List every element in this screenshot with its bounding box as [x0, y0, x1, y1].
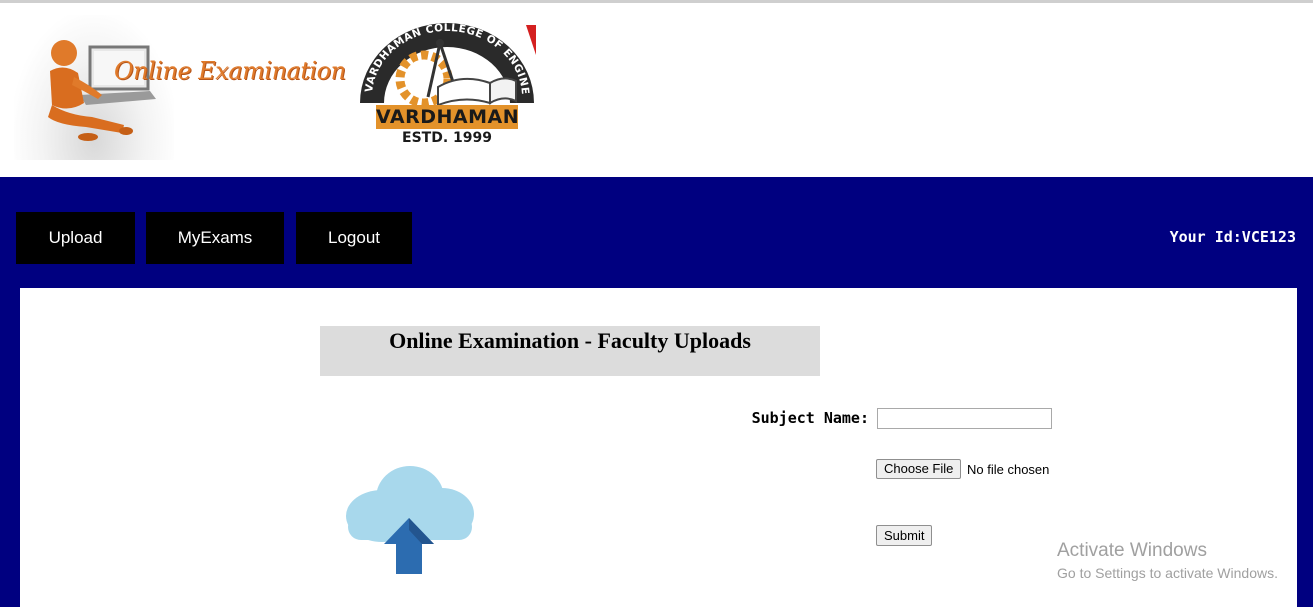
online-examination-logo: Online Examination	[14, 15, 346, 160]
cloud-upload-icon	[346, 466, 474, 574]
nav-logout-button[interactable]: Logout	[296, 212, 412, 264]
nav-myexams-button[interactable]: MyExams	[146, 212, 284, 264]
logo-text: Online Examination	[114, 57, 346, 85]
page-title: Online Examination - Faculty Uploads	[389, 328, 751, 353]
college-emblem: VARDHAMAN COLLEGE OF ENGINEERING VARDHAM…	[354, 17, 540, 147]
subject-name-input[interactable]	[877, 408, 1052, 429]
site-header: Online Examination VARDHAMAN COLLEGE OF …	[0, 3, 1313, 177]
choose-file-button[interactable]: Choose File	[876, 459, 962, 479]
watermark-subtitle: Go to Settings to activate Windows.	[1057, 565, 1278, 581]
file-status-text: No file chosen	[967, 462, 1050, 477]
subject-name-label: Subject Name:	[751, 409, 869, 427]
figure-laptop-icon	[48, 40, 156, 141]
page-title-box: Online Examination - Faculty Uploads	[320, 326, 820, 376]
emblem-name: VARDHAMAN	[376, 105, 520, 129]
emblem-estd: ESTD. 1999	[402, 130, 492, 146]
activate-windows-watermark: Activate Windows Go to Settings to activ…	[1057, 540, 1278, 581]
nav-upload-button[interactable]: Upload	[16, 212, 135, 264]
submit-button[interactable]: Submit	[876, 525, 933, 546]
watermark-title: Activate Windows	[1057, 540, 1207, 561]
user-id-label: Your Id:VCE123	[1169, 228, 1296, 246]
